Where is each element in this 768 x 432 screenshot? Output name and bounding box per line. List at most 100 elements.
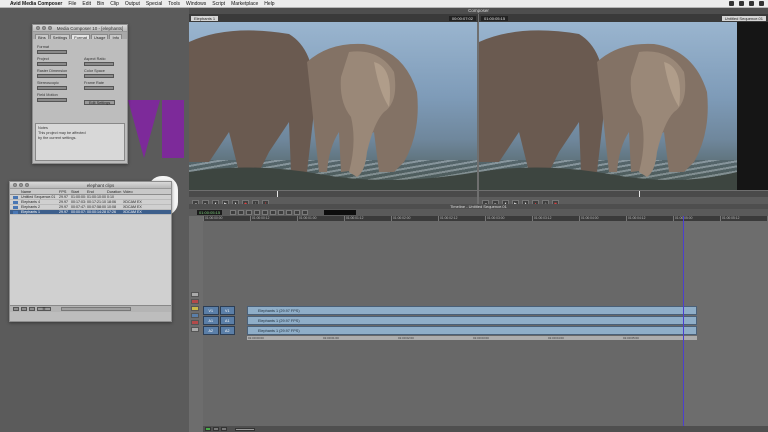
timeline-clip-audio[interactable]: Elephants 1 (29.97 FPS) xyxy=(247,316,697,325)
tool-button[interactable] xyxy=(270,210,277,215)
column-header-end[interactable]: End xyxy=(86,190,106,194)
tool-button[interactable] xyxy=(294,210,301,215)
bin-view-button[interactable] xyxy=(13,307,19,311)
field-label-project: Project xyxy=(37,57,49,61)
segment-tool[interactable] xyxy=(191,327,199,332)
clip-end: 00:17:21:10 xyxy=(87,200,106,204)
menu-tools[interactable]: Tools xyxy=(168,1,180,7)
record-track-a2[interactable]: A2 xyxy=(219,326,235,335)
column-header-fps[interactable]: FPS xyxy=(58,190,70,194)
lift-overwrite-tool[interactable] xyxy=(191,299,199,304)
bin-row-selected[interactable]: Elephants 1 29.97 00:00:07:02 00:00:14:2… xyxy=(10,210,171,215)
horizontal-scrollbar[interactable] xyxy=(61,307,131,311)
menu-marketplace[interactable]: Marketplace xyxy=(231,1,258,7)
frame-rate-select[interactable] xyxy=(84,86,114,90)
menu-help[interactable]: Help xyxy=(264,1,274,7)
field-label-raster: Raster Dimension xyxy=(37,69,68,73)
menu-windows[interactable]: Windows xyxy=(186,1,206,7)
battery-icon[interactable] xyxy=(749,1,754,6)
bin-view-button[interactable] xyxy=(21,307,27,311)
record-sequence-name[interactable]: Untitled Sequence.01 xyxy=(721,15,766,21)
project-info-box: Notes This project may be affected by th… xyxy=(35,123,125,161)
source-timecode[interactable]: 00:00:07:02 xyxy=(448,15,476,21)
timeline-clip-audio[interactable]: Elephants 1 (29.97 FPS) xyxy=(247,326,697,335)
tab-settings[interactable]: Settings xyxy=(49,34,71,40)
tab-bins[interactable]: Bins xyxy=(35,34,49,40)
timeline-position-indicator[interactable] xyxy=(683,216,684,426)
close-icon[interactable] xyxy=(13,183,17,187)
column-header-video[interactable]: Video xyxy=(122,190,171,194)
source-monitor-video[interactable] xyxy=(189,22,477,190)
wifi-icon[interactable] xyxy=(729,1,734,6)
menu-edit[interactable]: Edit xyxy=(82,1,91,7)
tool-button[interactable] xyxy=(246,210,253,215)
timeline-clip-video[interactable]: Elephants 1 (29.97 FPS) xyxy=(247,306,697,315)
zoom-icon[interactable] xyxy=(48,26,52,30)
clip-end: 00:00:14:28 xyxy=(87,210,106,214)
ripple-trim-tool[interactable] xyxy=(191,320,199,325)
overwrite-trim-tool[interactable] xyxy=(191,313,199,318)
extract-splice-tool[interactable] xyxy=(191,306,199,311)
menu-bin[interactable]: Bin xyxy=(97,1,104,7)
menubar: Avid Media Composer File Edit Bin Clip O… xyxy=(0,0,768,8)
project-window-title: Media Composer 10 - [elephants] xyxy=(56,25,124,31)
record-track-v1[interactable]: V1 xyxy=(219,306,235,315)
source-track-a2[interactable]: A2 xyxy=(203,326,219,335)
clip-start: 00:17:03:04 xyxy=(71,200,86,204)
clip-name: Untitled Sequence.01 xyxy=(21,195,56,199)
tool-button[interactable] xyxy=(302,210,309,215)
track-header-a1: A1 A1 xyxy=(203,316,235,325)
menu-output[interactable]: Output xyxy=(125,1,140,7)
tool-button[interactable] xyxy=(238,210,245,215)
menu-file[interactable]: File xyxy=(68,1,76,7)
column-header-duration[interactable]: Duration xyxy=(106,190,122,194)
source-track-a1[interactable]: A1 xyxy=(203,316,219,325)
bin-titlebar[interactable]: elephant clips xyxy=(10,182,171,189)
tab-info[interactable]: Info xyxy=(109,34,123,40)
record-timecode[interactable]: 01:00:05:15 xyxy=(481,15,509,21)
timeline-track-area[interactable]: V1 V1 Elephants 1 (29.97 FPS) A1 A1 Elep… xyxy=(203,221,697,430)
tab-format[interactable]: Format xyxy=(71,34,90,40)
timeline-timecode[interactable]: 01:00:05:15 xyxy=(197,210,223,215)
tool-button[interactable] xyxy=(230,210,237,215)
menu-script[interactable]: Script xyxy=(212,1,225,7)
close-icon[interactable] xyxy=(36,26,40,30)
timeline-view-button[interactable] xyxy=(221,427,227,431)
menu-app[interactable]: Avid Media Composer xyxy=(10,1,62,7)
menu-clip[interactable]: Clip xyxy=(110,1,119,7)
elephant-image xyxy=(479,30,737,190)
tab-usage[interactable]: Usage xyxy=(90,34,109,40)
timeline-zoom-slider[interactable] xyxy=(235,427,255,431)
menu-special[interactable]: Special xyxy=(146,1,162,7)
tool-button[interactable] xyxy=(262,210,269,215)
timeline-side-tools xyxy=(191,292,201,356)
field-motion-select[interactable] xyxy=(37,98,67,102)
record-track-a1[interactable]: A1 xyxy=(219,316,235,325)
column-header-start[interactable]: Start xyxy=(70,190,86,194)
background-logo xyxy=(128,100,190,160)
minimize-icon[interactable] xyxy=(19,183,23,187)
bin-menu-button[interactable]: ☰ xyxy=(37,307,51,311)
volume-icon[interactable] xyxy=(739,1,744,6)
smart-tool-button[interactable] xyxy=(191,292,199,297)
info-line: Notes xyxy=(38,126,48,130)
project-window-titlebar[interactable]: Media Composer 10 - [elephants] xyxy=(33,25,127,32)
column-header-name[interactable]: Name xyxy=(20,190,58,194)
bin-view-button[interactable] xyxy=(29,307,35,311)
stereo-select[interactable] xyxy=(37,86,67,90)
record-monitor-video[interactable] xyxy=(479,22,737,190)
timeline-toolbar: 01:00:05:15 xyxy=(189,209,768,216)
clip-duration: 07:26 xyxy=(107,210,116,214)
minimize-icon[interactable] xyxy=(42,26,46,30)
timeline-menu-button[interactable] xyxy=(205,427,211,431)
source-clip-name[interactable]: Elephants 1 xyxy=(191,15,219,21)
source-track-v1[interactable]: V1 xyxy=(203,306,219,315)
tool-button[interactable] xyxy=(278,210,285,215)
search-icon[interactable] xyxy=(759,1,764,6)
tool-button[interactable] xyxy=(286,210,293,215)
zoom-icon[interactable] xyxy=(25,183,29,187)
tc-track-label: 01:00:03:00 xyxy=(473,336,489,340)
edit-settings-button[interactable]: Edit Settings xyxy=(84,100,116,105)
timeline-view-button[interactable] xyxy=(213,427,219,431)
tool-button[interactable] xyxy=(254,210,261,215)
